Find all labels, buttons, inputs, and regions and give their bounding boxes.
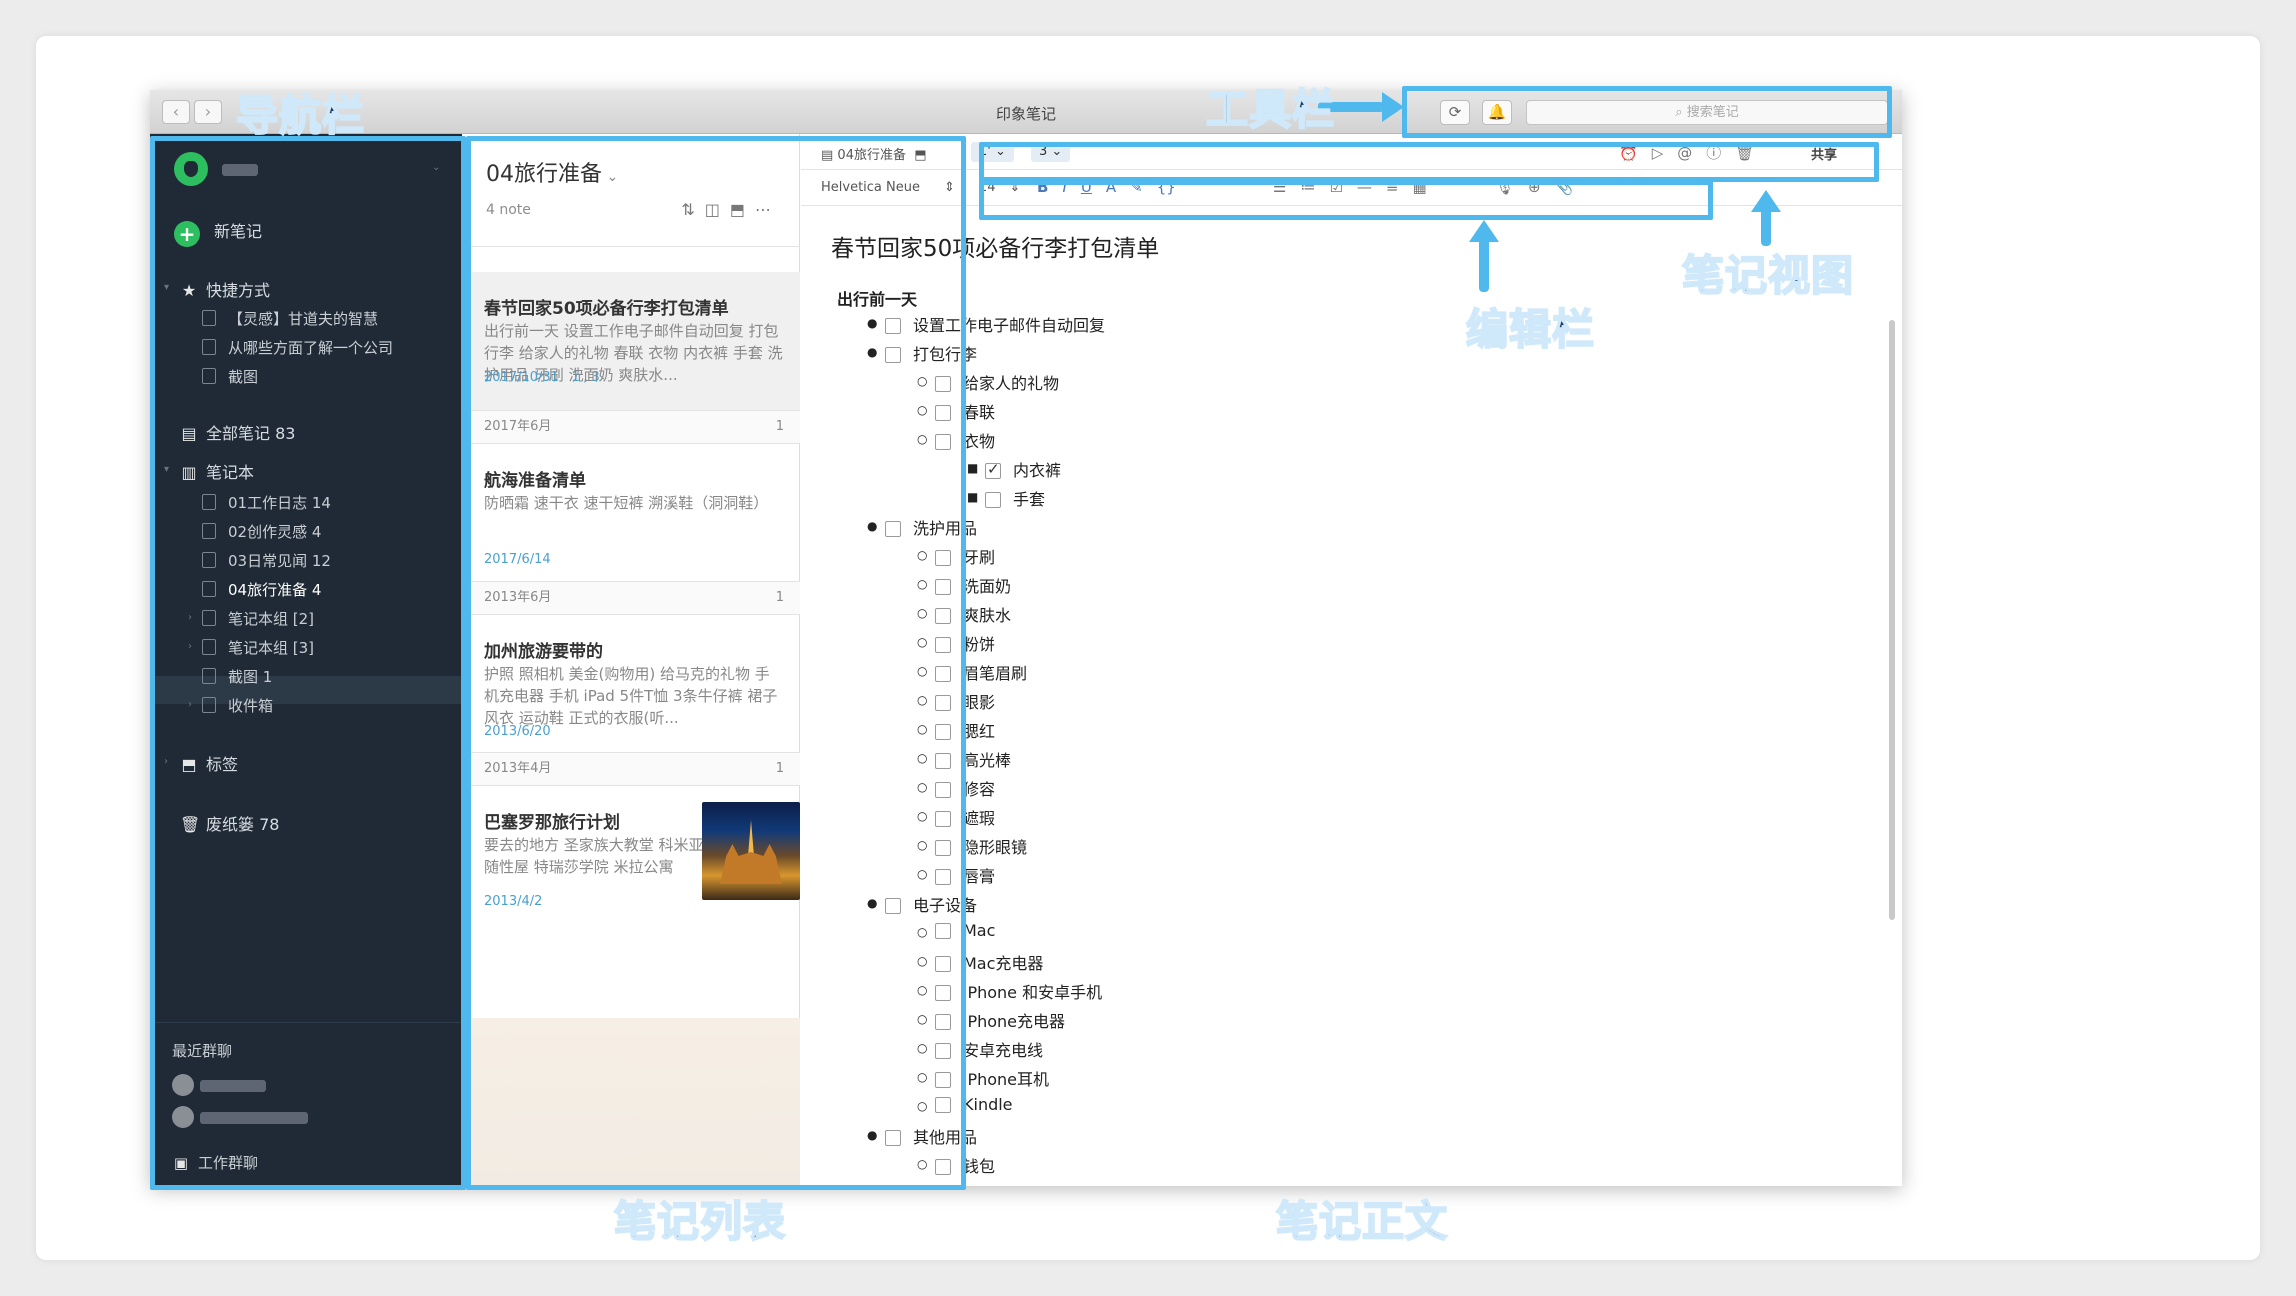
item-text: iPhone 和安卓手机 bbox=[963, 983, 1103, 1002]
checkbox-checked[interactable] bbox=[985, 460, 1001, 479]
annotation-notelist: 笔记列表 bbox=[613, 1196, 787, 1247]
item-text: 修容 bbox=[963, 780, 996, 799]
item-text: Mac充电器 bbox=[963, 954, 1044, 973]
noteview-highlight-box bbox=[979, 142, 1879, 182]
annotation-nav: 导航栏 bbox=[235, 90, 366, 141]
item-text: 内衣裤 bbox=[1013, 461, 1062, 480]
item-text: Mac bbox=[963, 921, 996, 940]
item-text: iPhone耳机 bbox=[963, 1070, 1050, 1089]
editbar-highlight-box bbox=[979, 180, 1713, 220]
item-text: 腮红 bbox=[963, 722, 996, 741]
item-text: 安卓充电线 bbox=[963, 1041, 1044, 1060]
item-text: 给家人的礼物 bbox=[963, 374, 1060, 393]
item-text: 牙刷 bbox=[963, 548, 996, 567]
checklist-item[interactable]: 手套 bbox=[985, 486, 1045, 510]
item-text: 粉饼 bbox=[963, 635, 996, 654]
item-text: 眼影 bbox=[963, 693, 996, 712]
bullet-icon: ■ bbox=[967, 461, 979, 475]
item-text: 遮瑕 bbox=[963, 809, 996, 828]
item-text: Kindle bbox=[963, 1095, 1013, 1114]
annotation-editbar: 编辑栏 bbox=[1465, 304, 1596, 355]
annotation-toolbar: 工具栏 bbox=[1205, 84, 1336, 135]
item-text: 高光棒 bbox=[963, 751, 1012, 770]
annotation-notebody: 笔记正文 bbox=[1275, 1196, 1449, 1247]
bullet-icon: ■ bbox=[967, 490, 979, 504]
notelist-highlight-box bbox=[466, 136, 966, 1190]
item-text: 隐形眼镜 bbox=[963, 838, 1028, 857]
arrow-up-icon bbox=[1469, 220, 1499, 292]
checkbox[interactable] bbox=[985, 492, 1001, 508]
annotation-noteview: 笔记视图 bbox=[1681, 250, 1855, 301]
item-text: 唇膏 bbox=[963, 867, 996, 886]
item-text: 钱包 bbox=[963, 1157, 996, 1176]
item-text: 衣物 bbox=[963, 432, 996, 451]
item-text: 洗面奶 bbox=[963, 577, 1012, 596]
item-text: 手套 bbox=[1013, 490, 1046, 509]
item-text: 眉笔眉刷 bbox=[963, 664, 1028, 683]
checklist-item[interactable]: 内衣裤 bbox=[985, 457, 1061, 481]
nav-highlight-box bbox=[150, 136, 466, 1190]
editor-scrollbar[interactable] bbox=[1889, 320, 1895, 920]
toolbar-highlight-box bbox=[1402, 86, 1892, 138]
item-text: 春联 bbox=[963, 403, 996, 422]
arrow-up-icon bbox=[1751, 190, 1781, 246]
item-text: 爽肤水 bbox=[963, 606, 1012, 625]
item-text: iPhone充电器 bbox=[963, 1012, 1066, 1031]
